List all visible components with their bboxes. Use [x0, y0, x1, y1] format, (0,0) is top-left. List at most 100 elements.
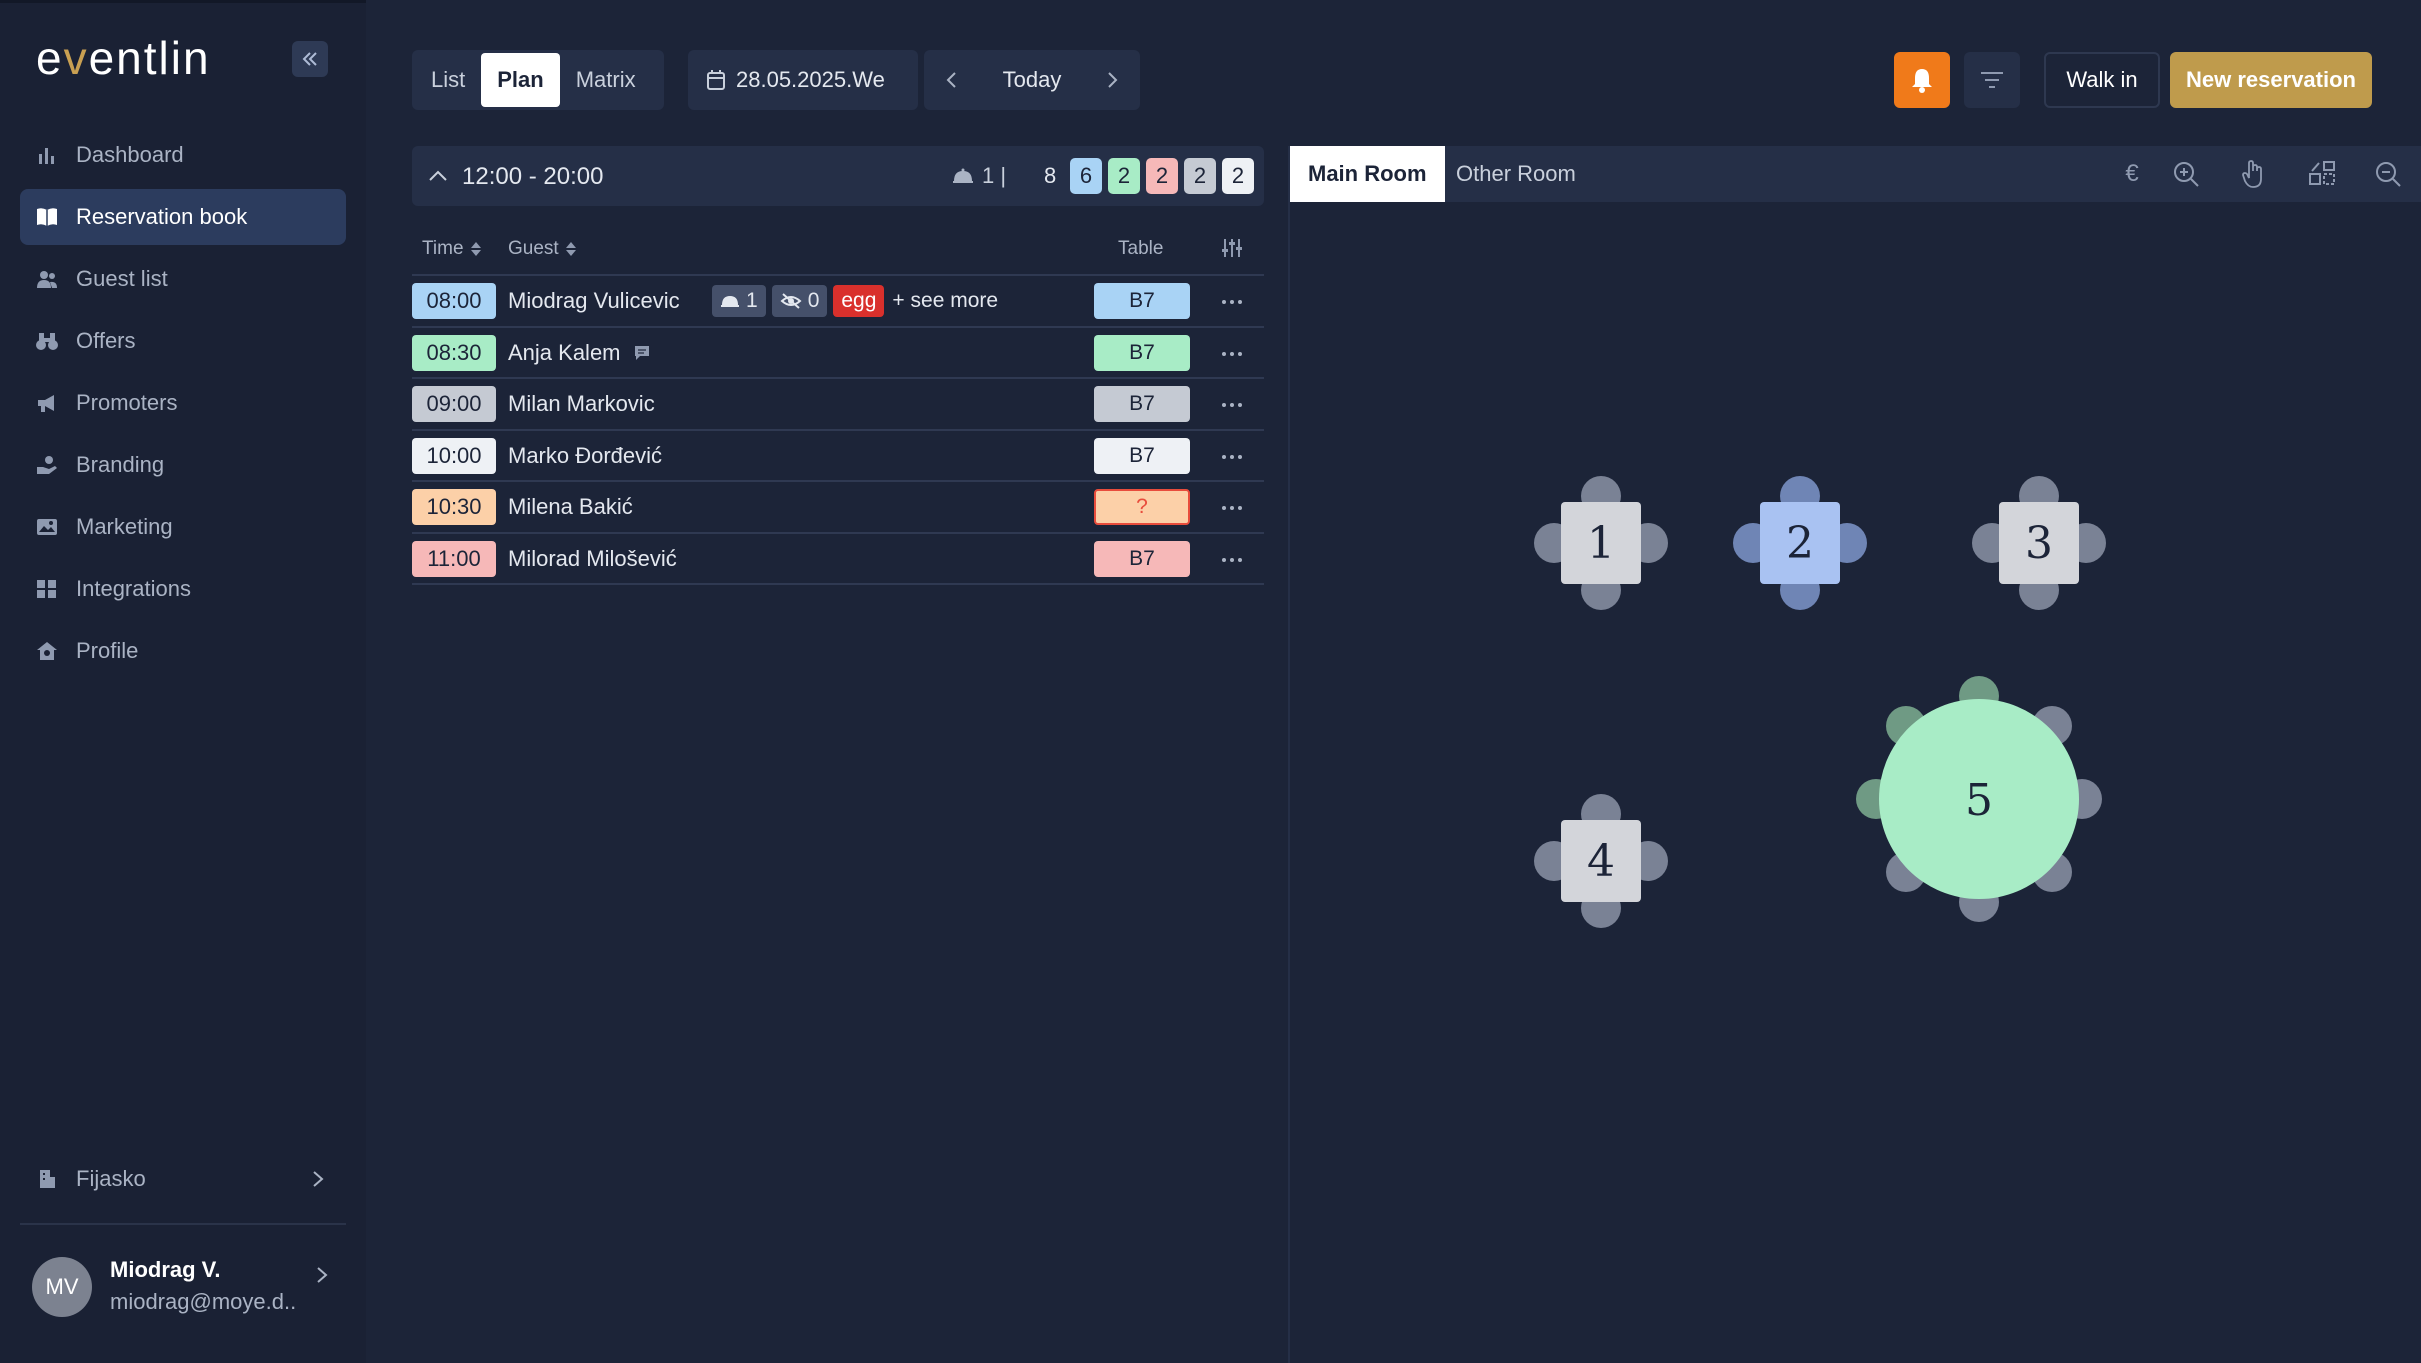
- currency-icon[interactable]: €: [2116, 158, 2148, 190]
- table-row[interactable]: 10:30 Milena Bakić ?: [412, 482, 1264, 534]
- table-pill[interactable]: B7: [1094, 283, 1190, 319]
- sidebar-item-profile[interactable]: Profile: [20, 623, 346, 679]
- header-label: Guest: [508, 238, 559, 259]
- user-email: miodrag@moye.d..: [110, 1289, 297, 1314]
- notifications-button[interactable]: [1894, 52, 1950, 108]
- tab-list[interactable]: List: [415, 53, 481, 107]
- more-options-icon[interactable]: [1220, 393, 1244, 417]
- floor-table-number: 1: [1587, 518, 1615, 569]
- date-picker[interactable]: 28.05.2025.We: [688, 50, 918, 110]
- hand-pan-icon[interactable]: [2238, 158, 2270, 190]
- puzzle-icon: [34, 576, 60, 602]
- sidebar-item-reservation-book[interactable]: Reservation book: [20, 189, 346, 245]
- filter-button[interactable]: [1964, 52, 2020, 108]
- chevron-up-icon[interactable]: [426, 166, 450, 186]
- more-options-icon[interactable]: [1220, 445, 1244, 469]
- tab-matrix[interactable]: Matrix: [560, 53, 652, 107]
- sidebar-item-integrations[interactable]: Integrations: [20, 561, 346, 617]
- sidebar-item-label: Integrations: [76, 576, 191, 601]
- sidebar-item-marketing[interactable]: Marketing: [20, 499, 346, 555]
- table-pill-unassigned[interactable]: ?: [1094, 489, 1190, 525]
- sidebar-item-dashboard[interactable]: Dashboard: [20, 127, 346, 183]
- venue-name: Fijasko: [76, 1166, 146, 1191]
- floor-plan-canvas[interactable]: 1 2 3 4 5: [1290, 202, 2421, 1363]
- sidebar-item-offers[interactable]: Offers: [20, 313, 346, 369]
- see-more-link[interactable]: + see more: [892, 289, 998, 313]
- shift-time-range: 12:00 - 20:00: [462, 163, 604, 190]
- walk-in-button[interactable]: Walk in: [2044, 52, 2160, 108]
- allergy-tag: egg: [833, 285, 885, 317]
- sidebar-item-label: Offers: [76, 328, 136, 353]
- sidebar-item-label: Profile: [76, 638, 139, 663]
- floor-table-number: 3: [2025, 518, 2053, 569]
- chevron-right-icon[interactable]: [1104, 68, 1120, 92]
- reservation-table: Time Guest Table 08:00 Miodrag Vulicevic…: [412, 224, 1264, 585]
- floor-table-2[interactable]: 2: [1733, 476, 1867, 610]
- reservation-tags: 1 0 egg + see more: [712, 285, 998, 317]
- floor-table-5[interactable]: 5: [1856, 676, 2102, 922]
- table-pill[interactable]: B7: [1094, 334, 1190, 371]
- sidebar-item-guest-list[interactable]: Guest list: [20, 251, 346, 307]
- floor-table-3[interactable]: 3: [1972, 476, 2106, 610]
- user-name: Miodrag V.: [110, 1257, 221, 1282]
- zoom-out-icon[interactable]: [2372, 158, 2404, 190]
- new-reservation-button[interactable]: New reservation: [2170, 52, 2372, 108]
- service-tag: 1: [712, 285, 766, 317]
- today-button[interactable]: Today: [1003, 67, 1062, 93]
- more-options-icon[interactable]: [1220, 496, 1244, 520]
- floor-table-4[interactable]: 4: [1534, 794, 1668, 928]
- sort-time-header[interactable]: Time: [422, 238, 482, 260]
- table-row[interactable]: 08:00 Miodrag Vulicevic 1 0 egg + see mo…: [412, 276, 1264, 328]
- status-badge: 2: [1222, 158, 1254, 194]
- shift-summary[interactable]: 12:00 - 20:00 1 | 8 6 2 2 2 2: [412, 146, 1264, 206]
- image-icon: [34, 514, 60, 540]
- date-value: 28.05.2025.We: [736, 67, 885, 92]
- guest-name: Miodrag Vulicevic: [508, 288, 680, 313]
- user-menu[interactable]: MV Miodrag V. miodrag@moye.d..: [32, 1255, 332, 1321]
- tab-plan[interactable]: Plan: [481, 53, 560, 107]
- table-row[interactable]: 09:00 Milan Markovic B7: [412, 379, 1264, 431]
- megaphone-icon: [34, 390, 60, 416]
- collapse-sidebar-button[interactable]: [292, 41, 328, 77]
- home-gear-icon: [34, 638, 60, 664]
- more-options-icon[interactable]: [1220, 548, 1244, 572]
- note-icon[interactable]: [633, 344, 651, 362]
- table-row[interactable]: 11:00 Milorad Milošević B7: [412, 534, 1264, 585]
- sort-guest-header[interactable]: Guest: [508, 238, 577, 260]
- bar-chart-icon: [34, 142, 60, 168]
- more-options-icon[interactable]: [1220, 342, 1244, 366]
- sidebar-item-label: Marketing: [76, 514, 173, 539]
- tab-main-room[interactable]: Main Room: [1290, 146, 1445, 202]
- tab-other-room[interactable]: Other Room: [1438, 146, 1594, 202]
- cloche-icon: [952, 167, 974, 185]
- service-count: 1: [746, 289, 758, 312]
- sidebar-item-promoters[interactable]: Promoters: [20, 375, 346, 431]
- sort-icon: [565, 242, 576, 256]
- time-pill: 10:00: [412, 437, 496, 474]
- guest-name: Milan Markovic: [508, 391, 655, 416]
- table-row[interactable]: 08:30 Anja Kalem B7: [412, 328, 1264, 379]
- table-pill[interactable]: B7: [1094, 540, 1190, 577]
- zoom-in-icon[interactable]: [2170, 158, 2202, 190]
- chevron-left-icon[interactable]: [944, 68, 960, 92]
- view-tabs: List Plan Matrix: [412, 50, 664, 110]
- eye-off-icon: [780, 293, 802, 309]
- table-row[interactable]: 10:00 Marko Đorđević B7: [412, 431, 1264, 482]
- table-header-label: Table: [1118, 238, 1164, 259]
- sidebar-item-label: Branding: [76, 452, 165, 477]
- status-badge: 2: [1184, 158, 1216, 194]
- sidebar-item-branding[interactable]: Branding: [20, 437, 346, 493]
- book-icon: [34, 204, 60, 230]
- layout-edit-icon[interactable]: [2306, 158, 2338, 190]
- floor-table-1[interactable]: 1: [1534, 476, 1668, 610]
- sidebar: eventlin Dashboard Reservation book Gues…: [0, 0, 366, 1363]
- table-pill[interactable]: B7: [1094, 437, 1190, 474]
- columns-settings-icon[interactable]: [1220, 236, 1244, 260]
- calendar-icon: [706, 69, 726, 91]
- brand-logo[interactable]: eventlin: [36, 31, 211, 85]
- venue-selector[interactable]: Fijasko: [20, 1151, 346, 1207]
- guest-name: Anja Kalem: [508, 340, 651, 366]
- room-tabs-bar: Main Room Other Room €: [1290, 146, 2421, 202]
- more-options-icon[interactable]: [1220, 290, 1244, 314]
- table-pill[interactable]: B7: [1094, 386, 1190, 422]
